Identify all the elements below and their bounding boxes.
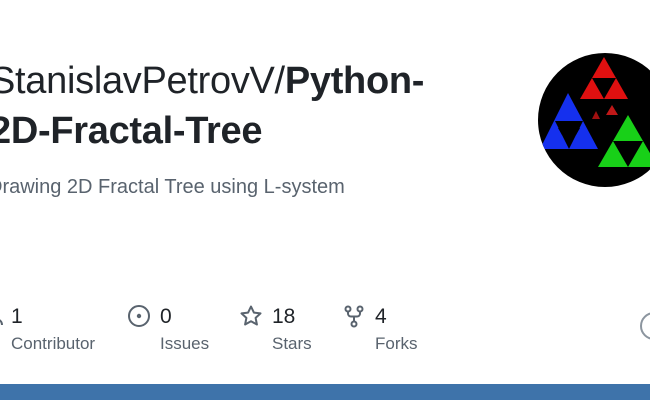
stat-label: Contributor [11, 334, 96, 353]
issue-icon [128, 305, 150, 327]
owner-avatar [538, 53, 650, 187]
bottom-accent-bar [0, 384, 650, 400]
repo-name-line2[interactable]: 2D-Fractal-Tree [0, 110, 262, 152]
stat-label: Stars [272, 334, 312, 353]
star-icon [240, 305, 262, 326]
stat-count: 4 [375, 305, 387, 328]
repo-title[interactable]: StanislavPetrovV/Python- 2D-Fractal-Tree [0, 56, 490, 156]
repo-description: Drawing 2D Fractal Tree using L-system [0, 176, 345, 198]
stat-count: 1 [11, 305, 23, 328]
people-icon [0, 319, 3, 326]
fork-icon [344, 305, 364, 328]
repo-owner[interactable]: StanislavPetrovV/ [0, 60, 285, 102]
stat-label: Issues [160, 334, 210, 353]
stat-label: Forks [375, 334, 418, 353]
stat-count: 0 [160, 305, 172, 328]
github-logo-icon [640, 312, 650, 340]
repo-name-line1[interactable]: Python- [285, 60, 425, 102]
stat-count: 18 [272, 305, 296, 328]
